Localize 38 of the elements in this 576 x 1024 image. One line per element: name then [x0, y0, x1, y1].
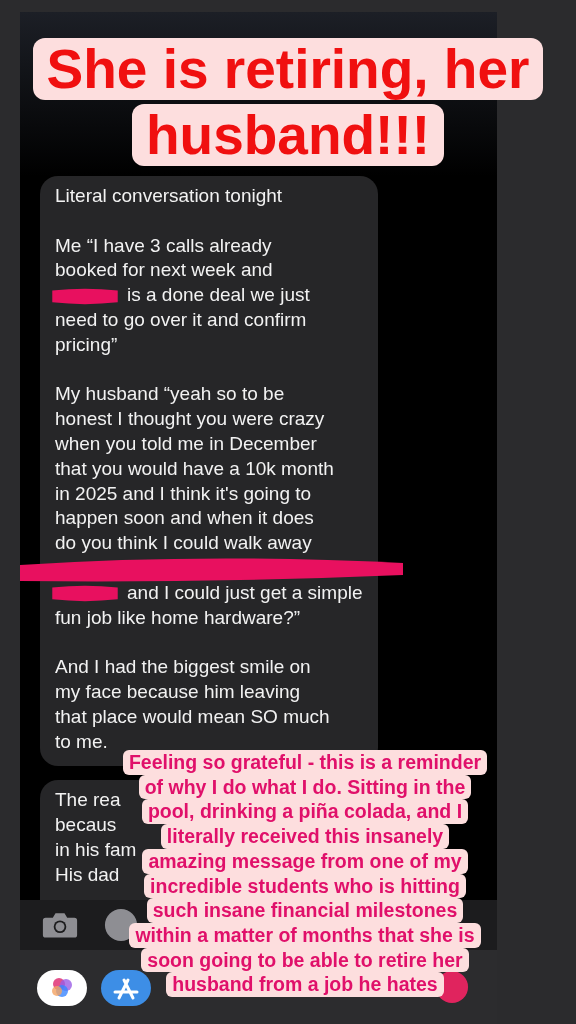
- message-text: Literal conversation tonight: [55, 184, 283, 208]
- message-text: do you think I could walk away: [55, 531, 312, 556]
- message-text: His dad: [55, 862, 120, 887]
- message-text: My husband “yeah so to be: [55, 382, 285, 407]
- message-text: pricing”: [55, 332, 118, 357]
- message-text: and I could just get a simple: [127, 580, 363, 605]
- title-overlay-text: She is retiring, her: [32, 38, 544, 100]
- caption-overlay-text: soon going to be able to retire her: [141, 947, 469, 973]
- caption-overlay-text: incredible students who is hitting: [144, 873, 466, 899]
- message-text: booked for next week and: [55, 258, 273, 283]
- caption-overlay-text: Feeling so grateful - this is a reminder: [122, 750, 488, 775]
- message-text: honest I thought you were crazy: [55, 407, 325, 432]
- message-text: in his fam: [55, 837, 137, 862]
- message-text: that place would mean SO much: [55, 704, 330, 729]
- message-text: that you would have a 10k month: [55, 456, 334, 481]
- camera-icon[interactable]: [42, 910, 78, 940]
- caption-overlay-text: of why I do what I do. Sitting in the: [138, 774, 472, 800]
- photos-app-icon[interactable]: [37, 970, 87, 1006]
- message-text: in 2025 and I think it's going to: [55, 481, 312, 506]
- caption-overlay-text: such insane financial milestones: [146, 898, 464, 923]
- message-text: when you told me in December: [55, 431, 317, 456]
- message-text: And I had the biggest smile on: [55, 655, 311, 680]
- caption-overlay-text: within a matter of months that she is: [129, 922, 481, 948]
- app-store-icon[interactable]: [101, 970, 151, 1006]
- message-text: Me “I have 3 calls already: [55, 233, 272, 258]
- caption-overlay-text: literally received this insanely: [160, 824, 450, 849]
- caption-overlay-text: amazing message from one of my: [142, 848, 468, 874]
- message-text: is a done deal we just: [127, 283, 310, 308]
- message-text: becaus: [55, 813, 117, 838]
- message-text: fun job like home hardware?”: [55, 605, 301, 630]
- message-text: The rea: [55, 788, 121, 813]
- message-text: to me.: [55, 729, 108, 754]
- message-text: happen soon and when it does: [55, 506, 314, 531]
- title-overlay-text: husband!!!: [131, 104, 445, 166]
- caption-overlay-text: pool, drinking a piña colada, and I: [141, 799, 469, 825]
- caption-overlay-text: husband from a job he hates: [166, 972, 444, 998]
- message-text: need to go over it and confirm: [55, 308, 307, 332]
- message-text: my face because him leaving: [55, 679, 300, 704]
